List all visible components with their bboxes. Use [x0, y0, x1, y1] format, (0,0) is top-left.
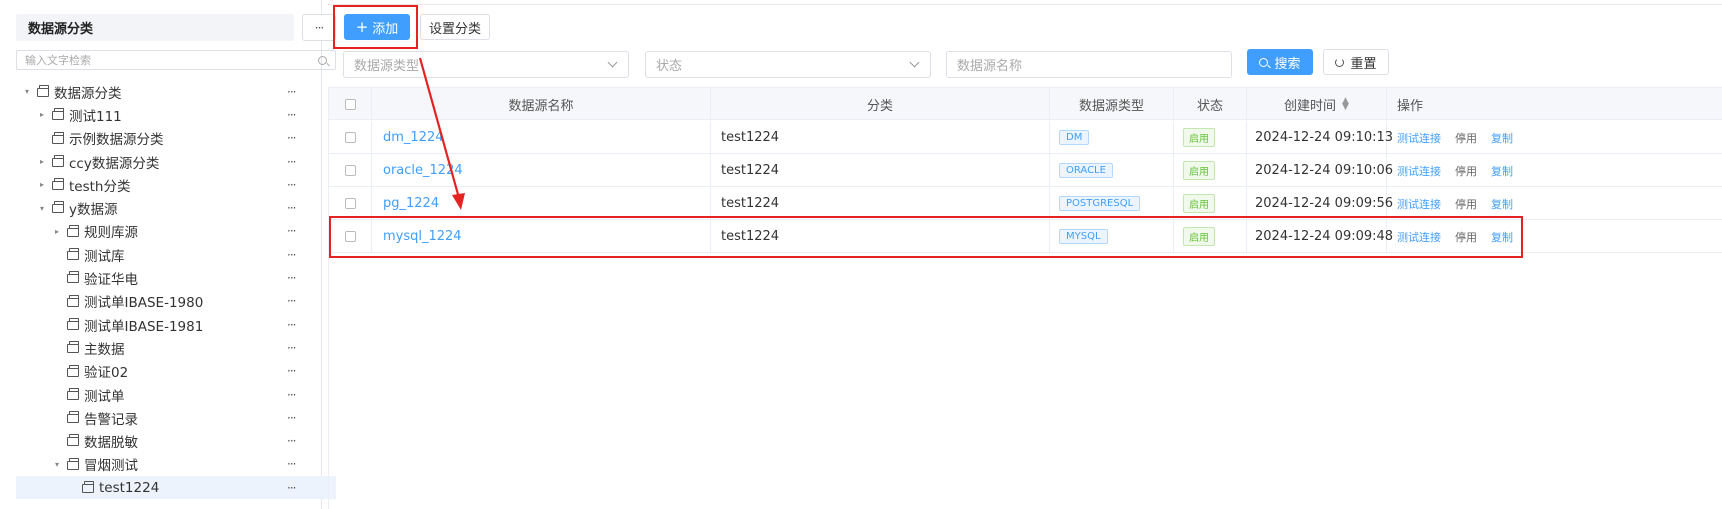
annotation-arrow [418, 57, 465, 210]
app-window: 数据源分类 ··· ▾数据源分类···▸测试111···示例数据源分类···▸c… [0, 0, 1722, 509]
